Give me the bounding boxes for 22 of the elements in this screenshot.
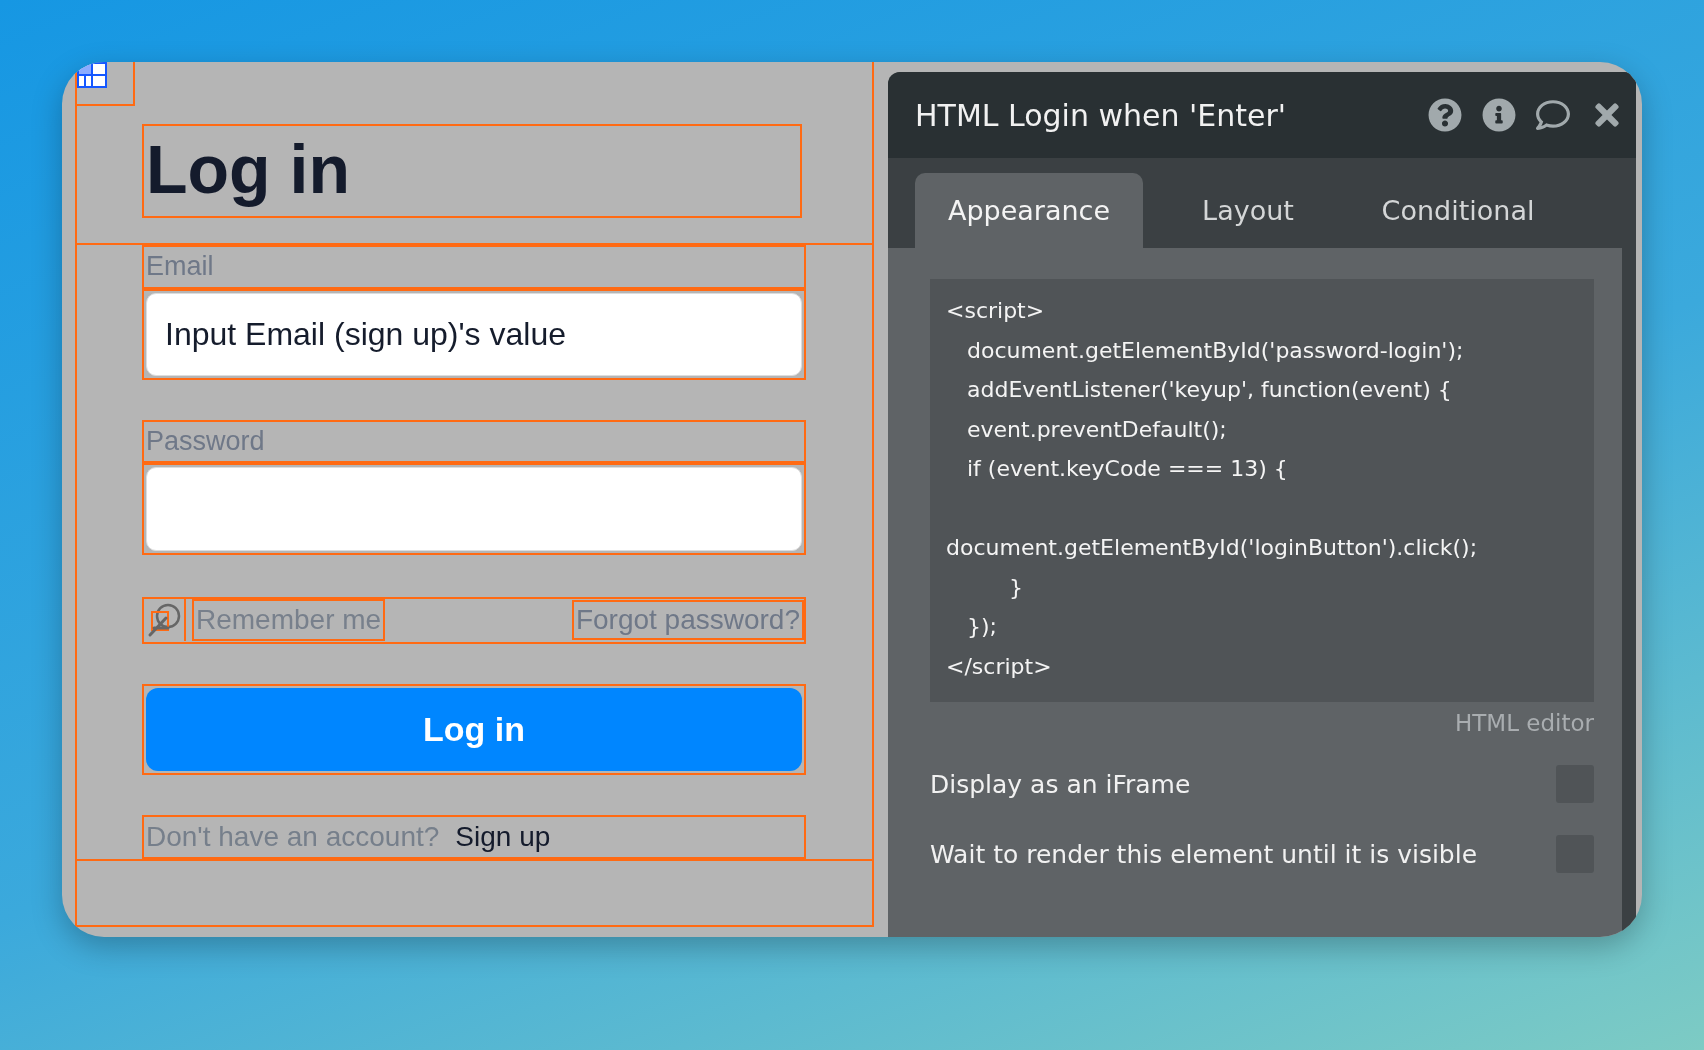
checkbox-icon[interactable] — [146, 602, 182, 639]
password-label: Password — [145, 426, 265, 458]
option-label: Display as an iFrame — [930, 769, 1191, 799]
signup-link[interactable]: Sign up — [455, 821, 551, 854]
grid-icon — [77, 62, 107, 88]
page-heading: Log in — [142, 124, 802, 218]
help-icon[interactable] — [1428, 98, 1462, 132]
panel-title: HTML Login when 'Enter' — [915, 97, 1288, 133]
editor-caption: HTML editor — [1455, 710, 1594, 736]
email-label: Email — [145, 251, 214, 283]
remember-me-label: Remember me — [192, 599, 386, 642]
info-icon[interactable] — [1482, 98, 1516, 132]
password-field[interactable] — [146, 467, 802, 551]
panel-tab[interactable]: Layout — [1143, 173, 1353, 248]
login-button[interactable]: Log in — [146, 688, 802, 772]
panel-tab[interactable]: Appearance — [915, 173, 1143, 248]
code-editor[interactable]: <script> document.getElementById('password-login'); addEventListener('keyup', function(event) { event.preventDefault(); if (event.keyCode === 13) { document.getElementById('loginButton').click(); } }); </script> — [930, 279, 1594, 702]
panel-tab[interactable]: Conditional — [1353, 173, 1563, 248]
speech-bubble-icon[interactable] — [1536, 98, 1570, 132]
email-field[interactable]: Input Email (sign up)'s value — [146, 292, 802, 376]
option-label: Wait to render this element until it is visible — [930, 839, 1478, 869]
signup-prompt: Don't have an account? — [145, 821, 440, 854]
